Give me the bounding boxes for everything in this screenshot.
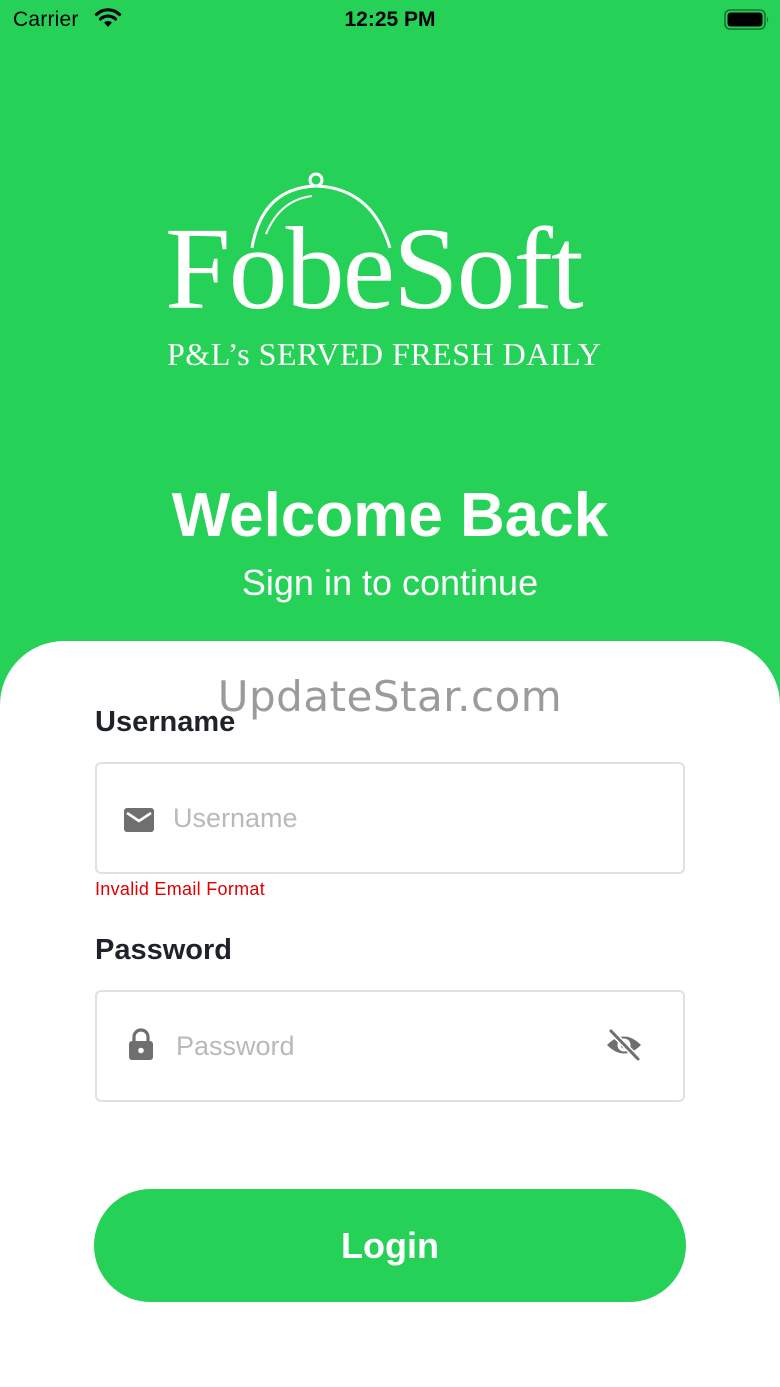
password-field[interactable] <box>95 990 685 1102</box>
status-bar: Carrier 12:25 PM <box>0 0 780 40</box>
page-title: Welcome Back <box>171 481 609 550</box>
eye-off-icon[interactable] <box>605 1028 643 1062</box>
password-label: Password <box>95 934 232 966</box>
mail-icon <box>124 808 154 832</box>
battery-icon <box>724 9 769 30</box>
clock: 12:25 PM <box>344 8 436 31</box>
password-input[interactable] <box>176 992 596 1100</box>
username-input[interactable] <box>173 764 593 872</box>
login-button[interactable]: Login <box>94 1189 686 1302</box>
logo-wordmark: FobeSoft <box>165 203 584 334</box>
lock-icon <box>129 1028 153 1060</box>
username-label: Username <box>95 706 236 738</box>
username-field[interactable] <box>95 762 685 874</box>
page-subtitle: Sign in to continue <box>241 562 539 603</box>
logo-tagline: P&L’s SERVED FRESH DAILY <box>167 336 602 372</box>
fobesoft-logo: FobeSoft P&L’s SERVED FRESH DAILY <box>150 170 630 380</box>
username-error: Invalid Email Format <box>95 879 266 899</box>
